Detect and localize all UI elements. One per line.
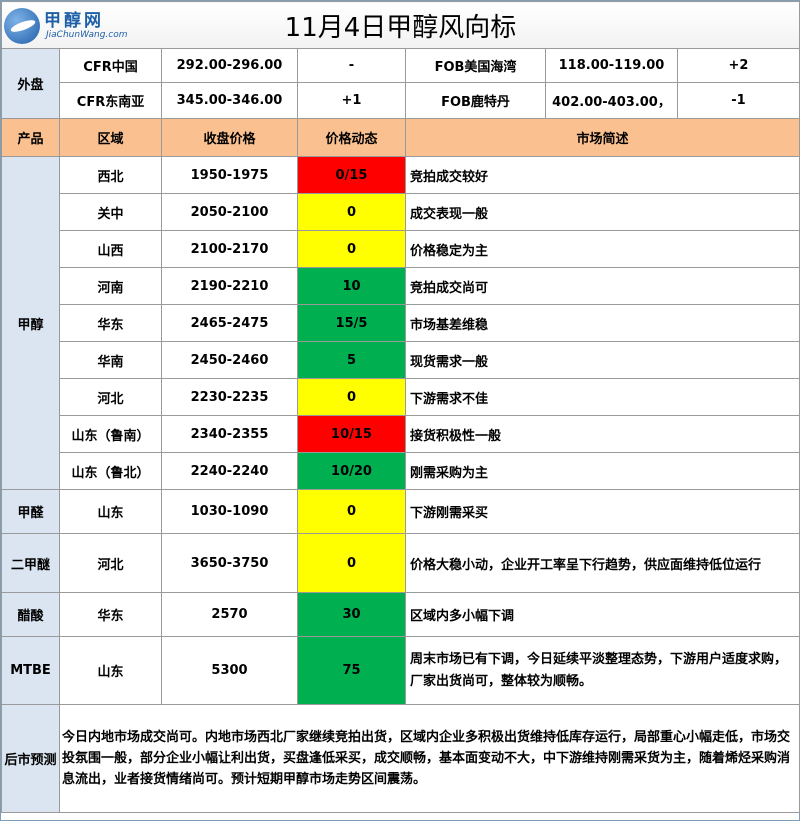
desc-cell: 下游刚需采买 bbox=[405, 489, 800, 534]
product-name: 醋酸 bbox=[1, 592, 60, 637]
product-name: MTBE bbox=[1, 636, 60, 705]
external-price: 292.00-296.00 bbox=[161, 48, 298, 83]
external-price: 345.00-346.00 bbox=[161, 82, 298, 119]
region-cell: 关中 bbox=[59, 193, 162, 231]
price-cell: 1030-1090 bbox=[161, 489, 298, 534]
price-cell: 2340-2355 bbox=[161, 415, 298, 453]
title-cell: 甲醇网 JiaChunWang.com 11月4日甲醇风向标 bbox=[1, 1, 800, 49]
external-change: +2 bbox=[677, 48, 800, 83]
product-row: 华南 2450-2460 5 现货需求一般 bbox=[2, 341, 800, 379]
price-cell: 3650-3750 bbox=[161, 533, 298, 593]
region-cell: 山东（鲁南） bbox=[59, 415, 162, 453]
product-row: 山西 2100-2170 0 价格稳定为主 bbox=[2, 230, 800, 268]
header-product: 产品 bbox=[1, 118, 60, 157]
price-cell: 2230-2235 bbox=[161, 378, 298, 416]
indicator-table: 甲醇网 JiaChunWang.com 11月4日甲醇风向标 外盘 CFR中国 … bbox=[1, 1, 800, 813]
external-name: FOB鹿特丹 bbox=[405, 82, 546, 119]
trend-cell: 0 bbox=[297, 230, 406, 268]
trend-cell: 10 bbox=[297, 267, 406, 305]
jiachun-logo: 甲醇网 JiaChunWang.com bbox=[4, 6, 128, 46]
desc-cell: 接货积极性一般 bbox=[405, 415, 800, 453]
trend-cell: 0 bbox=[297, 378, 406, 416]
header-desc: 市场简述 bbox=[405, 118, 800, 157]
price-cell: 5300 bbox=[161, 636, 298, 705]
forecast-label: 后市预测 bbox=[1, 704, 60, 813]
desc-cell: 市场基差维稳 bbox=[405, 304, 800, 342]
product-row: MTBE 山东 5300 75 周末市场已有下调，今日延续平淡整理态势，下游用户适度求购… bbox=[1, 636, 800, 705]
price-cell: 2240-2240 bbox=[161, 452, 298, 490]
trend-cell: 5 bbox=[297, 341, 406, 379]
trend-cell: 0/15 bbox=[297, 156, 406, 194]
logo-name: 甲醇网 bbox=[44, 11, 104, 31]
region-cell: 华东 bbox=[59, 592, 162, 637]
trend-cell: 15/5 bbox=[297, 304, 406, 342]
product-name: 甲醛 bbox=[1, 489, 60, 534]
price-cell: 2450-2460 bbox=[161, 341, 298, 379]
product-row: 山东（鲁南） 2340-2355 10/15 接货积极性一般 bbox=[2, 415, 800, 453]
desc-cell: 竞拍成交较好 bbox=[405, 156, 800, 194]
desc-cell: 竞拍成交尚可 bbox=[405, 267, 800, 305]
desc-cell: 价格稳定为主 bbox=[405, 230, 800, 268]
region-cell: 西北 bbox=[59, 156, 162, 194]
product-row: 河北 2230-2235 0 下游需求不佳 bbox=[2, 378, 800, 416]
product-row: 甲醛 山东 1030-1090 0 下游刚需采买 bbox=[1, 489, 800, 534]
region-cell: 河南 bbox=[59, 267, 162, 305]
external-change: -1 bbox=[677, 82, 800, 119]
region-cell: 河北 bbox=[59, 378, 162, 416]
trend-cell: 0 bbox=[297, 533, 406, 593]
trend-cell: 10/20 bbox=[297, 452, 406, 490]
external-price: 118.00-119.00 bbox=[545, 48, 678, 83]
external-change: - bbox=[297, 48, 406, 83]
product-name: 二甲醚 bbox=[1, 533, 60, 593]
product-row: 醋酸 华东 2570 30 区域内多小幅下调 bbox=[1, 592, 800, 637]
price-cell: 2465-2475 bbox=[161, 304, 298, 342]
trend-cell: 0 bbox=[297, 193, 406, 231]
product-row: 华东 2465-2475 15/5 市场基差维稳 bbox=[2, 304, 800, 342]
product-row: 二甲醚 河北 3650-3750 0 价格大稳小动，企业开工率呈下行趋势，供应面维持低位… bbox=[1, 533, 800, 593]
desc-cell: 刚需采购为主 bbox=[405, 452, 800, 490]
trend-cell: 0 bbox=[297, 489, 406, 534]
trend-cell: 10/15 bbox=[297, 415, 406, 453]
trend-cell: 30 bbox=[297, 592, 406, 637]
globe-icon bbox=[4, 8, 40, 44]
region-cell: 河北 bbox=[59, 533, 162, 593]
external-name: FOB美国海湾 bbox=[405, 48, 546, 83]
region-cell: 华东 bbox=[59, 304, 162, 342]
external-change: +1 bbox=[297, 82, 406, 119]
external-price: 402.00-403.00， bbox=[545, 82, 678, 119]
methanol-indicator-sheet: 甲醇网 JiaChunWang.com 11月4日甲醇风向标 外盘 CFR中国 … bbox=[0, 0, 800, 821]
desc-cell: 价格大稳小动，企业开工率呈下行趋势，供应面维持低位运行 bbox=[405, 533, 800, 593]
desc-cell: 区域内多小幅下调 bbox=[405, 592, 800, 637]
desc-cell: 现货需求一般 bbox=[405, 341, 800, 379]
price-cell: 2570 bbox=[161, 592, 298, 637]
price-cell: 2100-2170 bbox=[161, 230, 298, 268]
logo-site: JiaChunWang.com bbox=[46, 30, 128, 40]
desc-cell: 成交表现一般 bbox=[405, 193, 800, 231]
header-region: 区域 bbox=[59, 118, 162, 157]
external-name: CFR东南亚 bbox=[59, 82, 162, 119]
region-cell: 山西 bbox=[59, 230, 162, 268]
product-row: 甲醇 西北 1950-1975 0/15 竞拍成交较好 bbox=[1, 156, 800, 490]
header-trend: 价格动态 bbox=[297, 118, 406, 157]
region-cell: 山东 bbox=[59, 489, 162, 534]
forecast-text: 今日内地市场成交尚可。内地市场西北厂家继续竞拍出货，区域内企业多积极出货维持低库… bbox=[59, 704, 800, 813]
header-price: 收盘价格 bbox=[161, 118, 298, 157]
product-row: 关中 2050-2100 0 成交表现一般 bbox=[2, 193, 800, 231]
trend-cell: 75 bbox=[297, 636, 406, 705]
region-cell: 华南 bbox=[59, 341, 162, 379]
price-cell: 2050-2100 bbox=[161, 193, 298, 231]
region-cell: 山东 bbox=[59, 636, 162, 705]
price-cell: 2190-2210 bbox=[161, 267, 298, 305]
external-name: CFR中国 bbox=[59, 48, 162, 83]
price-cell: 1950-1975 bbox=[161, 156, 298, 194]
page-title: 11月4日甲醇风向标 bbox=[284, 12, 517, 43]
desc-cell: 周末市场已有下调，今日延续平淡整理态势，下游用户适度求购，厂家出货尚可，整体较为… bbox=[405, 636, 800, 705]
external-label: 外盘 bbox=[1, 48, 60, 119]
product-row: 河南 2190-2210 10 竞拍成交尚可 bbox=[2, 267, 800, 305]
desc-cell: 下游需求不佳 bbox=[405, 378, 800, 416]
product-row: 山东（鲁北） 2240-2240 10/20 刚需采购为主 bbox=[2, 452, 800, 490]
product-name: 甲醇 bbox=[1, 156, 60, 490]
region-cell: 山东（鲁北） bbox=[59, 452, 162, 490]
